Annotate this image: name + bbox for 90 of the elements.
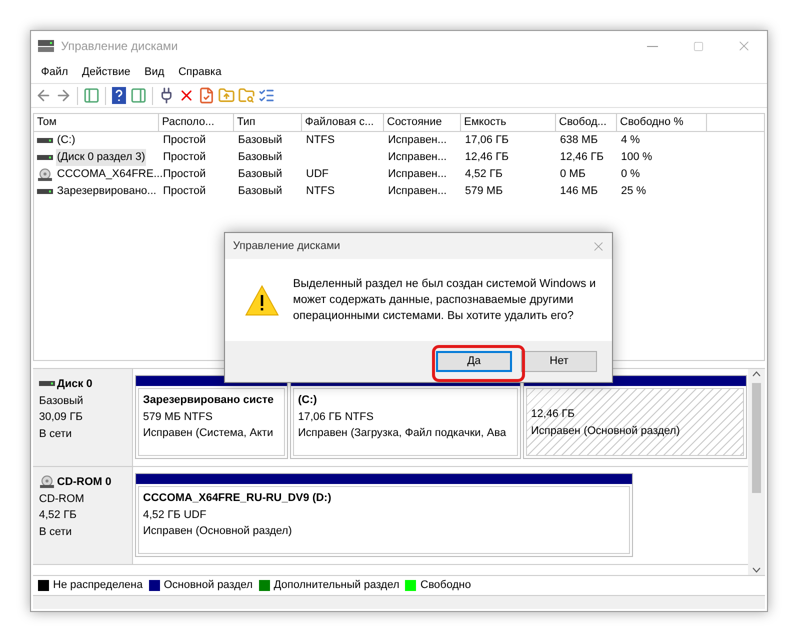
menu-item[interactable]: Файл: [34, 64, 76, 80]
help-icon[interactable]: [111, 87, 127, 104]
table-cell-text: Простой: [162, 133, 207, 148]
partition-name: (C:): [298, 393, 318, 408]
disk-status: В сети: [39, 426, 73, 442]
table-cell-text: 4 %: [620, 133, 641, 148]
dialog-button[interactable]: Да: [436, 351, 512, 372]
table-cell[interactable]: (C:): [56, 132, 76, 149]
partition-name: Зарезервировано систе: [143, 393, 275, 408]
disk-info-panel[interactable]: Диск 0 Базовый 30,09 ГБ В сети: [33, 369, 133, 466]
dialog-button[interactable]: Нет: [521, 351, 597, 372]
table-cell-text: Исправен...: [387, 150, 448, 166]
partition-block[interactable]: 12,46 ГБ Исправен (Основной раздел): [523, 375, 747, 459]
drive-icon: [37, 154, 53, 160]
table-cell-text: 0 МБ: [559, 167, 587, 182]
partition-status: Исправен (Загрузка, Файл подкачки, Ава: [298, 426, 508, 441]
partition-size: 579 МБ NTFS: [143, 410, 214, 424]
back-icon[interactable]: [35, 87, 52, 104]
table-cell-text: Исправен...: [387, 167, 448, 182]
table-cell-text: 25 %: [620, 184, 648, 200]
table-cell[interactable]: (Диск 0 раздел 3): [56, 149, 146, 166]
document-check-icon[interactable]: [198, 87, 215, 104]
partition-status: Исправен (Основной раздел): [531, 424, 681, 438]
scroll-down-icon[interactable]: [752, 567, 761, 573]
forward-icon[interactable]: [55, 87, 72, 104]
disk-size: 30,09 ГБ: [39, 410, 84, 425]
legend-label: Дополнительный раздел: [274, 578, 400, 594]
disk-size: 4,52 ГБ: [39, 508, 78, 523]
table-cell-text: Простой: [162, 167, 207, 182]
cd-drive-icon: [37, 168, 53, 182]
table-cell-text: Базовый: [237, 184, 284, 200]
scrollbar[interactable]: [748, 369, 765, 575]
table-cell[interactable]: Зарезервировано...: [56, 183, 158, 200]
table-cell-text: Исправен...: [387, 133, 448, 148]
table-cell-text: Базовый: [237, 150, 284, 166]
disk-name: CD-ROM 0: [57, 475, 112, 490]
table-cell-text: Базовый: [237, 167, 284, 182]
drive-icon: [37, 138, 53, 144]
column-header[interactable]: Том: [34, 114, 159, 131]
drive-icon: [39, 381, 55, 388]
disk-status: В сети: [39, 524, 73, 540]
dialog-title: Управление дисками: [233, 238, 340, 254]
folder-search-icon[interactable]: [238, 87, 255, 104]
maximize-icon: [692, 40, 704, 52]
cd-drive-icon: [39, 475, 55, 490]
table-cell-text: 579 МБ: [464, 184, 504, 200]
legend-label: Не распределена: [53, 578, 143, 594]
table-cell[interactable]: CCCOMA_X64FRE...: [56, 166, 164, 183]
partition-size: 17,06 ГБ NTFS: [298, 410, 375, 424]
menu-item[interactable]: Справка: [171, 64, 228, 80]
table-cell-text: Простой: [162, 150, 207, 166]
partition-status: Исправен (Основной раздел): [143, 524, 293, 539]
disk-info-panel[interactable]: CD-ROM 0 CD-ROM 4,52 ГБ В сети: [33, 467, 133, 564]
window-title: Управление дисками: [61, 38, 178, 55]
table-cell-text: UDF: [305, 167, 330, 182]
legend-label: Свободно: [420, 578, 471, 594]
disk-name: Диск 0: [57, 377, 92, 392]
table-cell-text: 17,06 ГБ: [464, 133, 510, 148]
partition-status: Исправен (Система, Акти: [143, 426, 274, 441]
partition-name: CCCOMA_X64FRE_RU-RU_DV9 (D:): [143, 491, 332, 506]
table-cell-text: 12,46 ГБ: [559, 150, 605, 166]
warning-icon: [245, 284, 279, 316]
disk-type: Базовый: [39, 394, 84, 408]
table-cell-text: 100 %: [620, 150, 654, 166]
table-cell-text: 638 МБ: [559, 133, 599, 148]
table-cell-text: Базовый: [237, 133, 284, 148]
table-cell-text: Простой: [162, 184, 207, 200]
partition-block[interactable]: Зарезервировано систе 579 МБ NTFS Исправен (Система, Акти: [135, 375, 288, 459]
dialog-message: Выделенный раздел не был создан системой Windows и может содержать данные, распознаваемые другими операционными системами. Вы хотите удалить его?: [293, 277, 597, 324]
partition-size: 12,46 ГБ: [531, 407, 576, 422]
disk-type: CD-ROM: [39, 492, 86, 506]
legend-label: Основной раздел: [164, 578, 253, 594]
partition-block[interactable]: CCCOMA_X64FRE_RU-RU_DV9 (D:) 4,52 ГБ UDF Исправен (Основной раздел): [135, 473, 633, 557]
table-cell-text: 12,46 ГБ: [464, 150, 510, 166]
column-header[interactable]: Тип: [234, 114, 302, 131]
table-cell-text: Исправен...: [387, 184, 448, 200]
table-cell-text: NTFS: [305, 133, 336, 148]
folder-up-icon[interactable]: [218, 87, 235, 104]
partition-size: 4,52 ГБ UDF: [143, 508, 208, 522]
menu-item[interactable]: Действие: [75, 64, 138, 80]
scroll-up-icon[interactable]: [752, 371, 761, 377]
table-cell-text: NTFS: [305, 184, 336, 200]
table-cell-text: 0 %: [620, 167, 641, 182]
panel-icon[interactable]: [83, 87, 100, 104]
drive-icon: [37, 188, 53, 194]
list-icon[interactable]: [258, 87, 275, 104]
app-icon: [37, 39, 55, 53]
table-cell-text: 4,52 ГБ: [464, 167, 504, 182]
table-cell-text: 146 МБ: [559, 184, 599, 200]
menu-item[interactable]: Вид: [137, 64, 172, 80]
